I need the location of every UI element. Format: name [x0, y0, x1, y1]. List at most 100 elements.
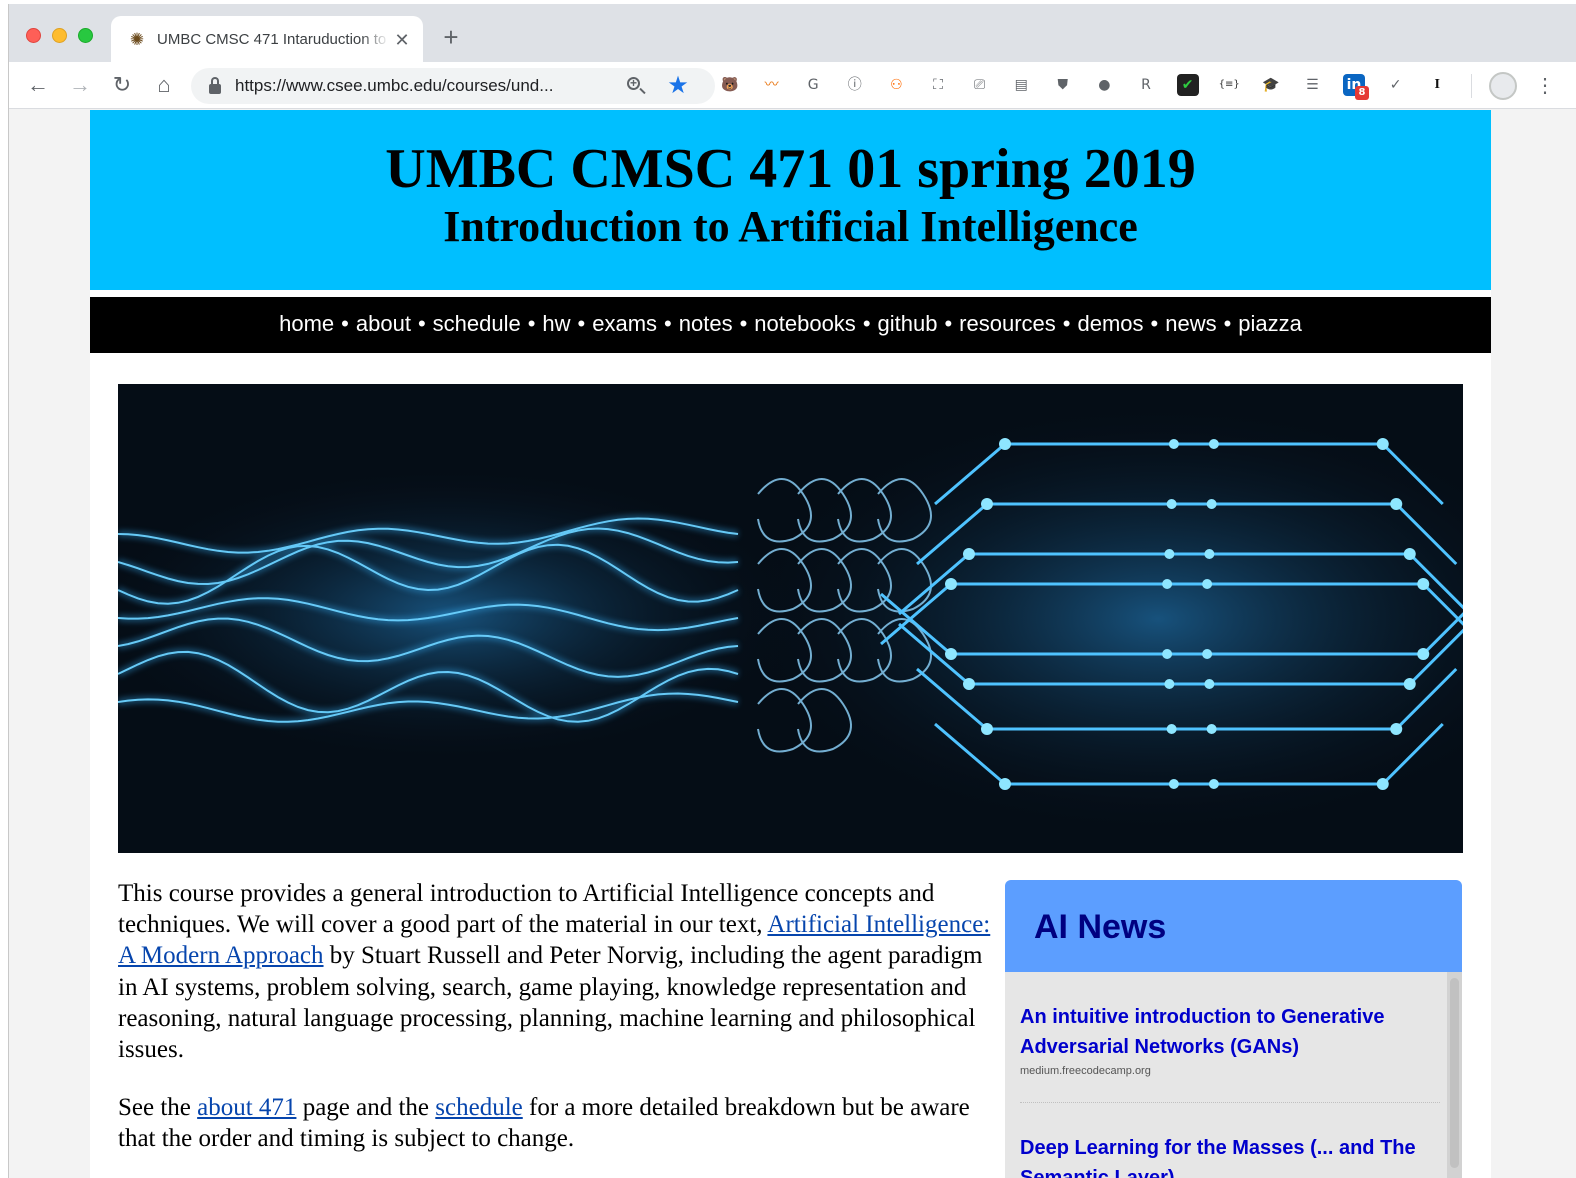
- nav-link-schedule[interactable]: schedule: [433, 311, 521, 336]
- intro-text: page and the: [296, 1094, 436, 1122]
- nav-link-demos[interactable]: demos: [1077, 311, 1143, 336]
- chart-extension-icon[interactable]: 〰: [761, 74, 783, 96]
- news-header: AI News: [1005, 880, 1462, 972]
- lock-icon: [209, 77, 221, 95]
- address-bar[interactable]: https://www.csee.umbc.edu/courses/und...…: [191, 68, 715, 104]
- reload-icon[interactable]: ↻: [109, 72, 135, 98]
- circle-extension-icon[interactable]: ●: [1093, 74, 1115, 96]
- cast-icon[interactable]: ⎚: [969, 74, 991, 96]
- notification-badge: 8: [1355, 86, 1369, 100]
- circle-extension-glyph: ●: [1098, 77, 1111, 93]
- nav-separator: •: [1062, 311, 1071, 336]
- browser-tab[interactable]: ✺ UMBC CMSC 471 Intaruduction to Artific…: [111, 16, 423, 62]
- nav-link-resources[interactable]: resources: [959, 311, 1056, 336]
- nav-link-github[interactable]: github: [878, 311, 938, 336]
- nav-link-notes[interactable]: notes: [679, 311, 733, 336]
- nav-link-about[interactable]: about: [356, 311, 411, 336]
- nav-separator: •: [1150, 311, 1159, 336]
- bear-extension-icon[interactable]: 🐻: [719, 74, 741, 96]
- news-item: An intuitive introduction to Generative …: [1020, 1002, 1440, 1078]
- browser-toolbar: ← → ↻ ⌂ https://www.csee.umbc.edu/course…: [9, 62, 1576, 109]
- about-471-link[interactable]: about 471: [197, 1094, 296, 1121]
- hero-image: [118, 384, 1463, 853]
- course-title: UMBC CMSC 471 01 spring 2019: [385, 138, 1196, 200]
- nav-link-home[interactable]: home: [279, 311, 334, 336]
- intro-paragraph-2: See the about 471 page and the schedule …: [118, 1092, 1008, 1154]
- ublock-extension-icon[interactable]: ⛊: [1052, 74, 1074, 96]
- grammarly-extension-icon[interactable]: G: [802, 74, 824, 96]
- news-item-link[interactable]: An intuitive introduction to Generative …: [1020, 1002, 1440, 1062]
- nav-separator: •: [1223, 311, 1232, 336]
- graduation-cap-extension-glyph: 🎓: [1262, 77, 1280, 93]
- checkmark-extension-icon[interactable]: ✔: [1176, 74, 1199, 96]
- back-arrow-icon[interactable]: ←: [25, 72, 51, 98]
- url-text[interactable]: https://www.csee.umbc.edu/courses/und...: [235, 68, 605, 104]
- nav-separator: •: [739, 311, 748, 336]
- maximize-window-button[interactable]: [78, 28, 93, 43]
- nav-separator: •: [527, 311, 536, 336]
- briefcase-extension-icon[interactable]: ▤: [1010, 74, 1032, 96]
- graduation-cap-extension-icon[interactable]: 🎓: [1260, 74, 1282, 96]
- news-item-source: medium.freecodecamp.org: [1020, 1065, 1151, 1077]
- browser-window: ✺ UMBC CMSC 471 Intaruduction to Artific…: [8, 4, 1576, 1178]
- home-icon[interactable]: ⌂: [151, 72, 177, 98]
- page-viewport: UMBC CMSC 471 01 spring 2019 Introductio…: [9, 110, 1576, 1178]
- intro-text: See the: [118, 1094, 198, 1122]
- nav-link-exams[interactable]: exams: [592, 311, 657, 336]
- nav-link-hw[interactable]: hw: [542, 311, 570, 336]
- checkmark-extension-glyph: ✔: [1181, 77, 1194, 93]
- check-circle-extension-icon[interactable]: ✓: [1385, 74, 1407, 96]
- site-nav: home • about • schedule • hw • exams • notes • noteb…: [90, 297, 1491, 353]
- news-scrollbar-thumb[interactable]: [1450, 978, 1459, 1168]
- nav-link-news[interactable]: news: [1165, 311, 1216, 336]
- close-tab-icon[interactable]: ✕: [391, 29, 413, 51]
- r-extension-icon[interactable]: R: [1135, 74, 1157, 96]
- intro-paragraph-1: This course provides a general introduct…: [118, 878, 1008, 1065]
- info-extension-icon[interactable]: ⓘ: [844, 74, 866, 96]
- close-window-button[interactable]: [26, 28, 41, 43]
- check-circle-extension-glyph: ✓: [1389, 77, 1402, 93]
- bee-icon: ✺: [129, 30, 145, 49]
- lines-extension-icon[interactable]: ☰: [1301, 74, 1323, 96]
- course-banner: UMBC CMSC 471 01 spring 2019 Introductio…: [90, 110, 1491, 293]
- forward-arrow-icon[interactable]: →: [67, 72, 93, 98]
- nav-separator: •: [341, 311, 349, 336]
- ublock-extension-glyph: ⛊: [1057, 77, 1069, 93]
- news-item-link[interactable]: Deep Learning for the Masses (... and Th…: [1020, 1133, 1440, 1178]
- grammarly-extension-glyph: G: [807, 77, 819, 93]
- chart-extension-glyph: 〰: [764, 77, 779, 93]
- cast-glyph: ⎚: [973, 77, 986, 93]
- nav-link-notebooks[interactable]: notebooks: [754, 311, 856, 336]
- news-title: AI News: [1034, 908, 1167, 946]
- instapaper-extension-glyph: I: [1434, 77, 1440, 92]
- schedule-link[interactable]: schedule: [435, 1094, 522, 1121]
- info-extension-glyph: ⓘ: [847, 77, 862, 93]
- nav-separator: •: [417, 311, 426, 336]
- instapaper-extension-icon[interactable]: I: [1426, 74, 1448, 96]
- news-divider: [1020, 1102, 1440, 1103]
- screenshot-extension-icon[interactable]: ⛶: [927, 74, 949, 96]
- zoom-icon[interactable]: +: [625, 75, 647, 97]
- r-extension-glyph: R: [1141, 77, 1151, 93]
- bookmark-star-icon[interactable]: ★: [665, 73, 691, 99]
- json-extension-glyph: {≡}: [1218, 79, 1240, 90]
- lines-extension-glyph: ☰: [1306, 77, 1319, 93]
- nav-separator: •: [862, 311, 871, 336]
- news-scrollbar[interactable]: [1447, 972, 1462, 1178]
- news-item: Deep Learning for the Masses (... and Th…: [1020, 1133, 1440, 1178]
- ai-brain-circuit-illustration: [118, 384, 1463, 853]
- tab-strip: ✺ UMBC CMSC 471 Intaruduction to Artific…: [9, 4, 1576, 62]
- toolbar-divider: [1471, 74, 1472, 98]
- course-description: This course provides a general introduct…: [118, 878, 1008, 1178]
- nav-separator: •: [664, 311, 672, 336]
- nav-separator: •: [944, 311, 953, 336]
- json-extension-icon[interactable]: {≡}: [1218, 74, 1240, 96]
- nav-link-piazza[interactable]: piazza: [1238, 311, 1302, 336]
- linkedin-extension-icon[interactable]: in 8: [1343, 74, 1369, 100]
- new-tab-button[interactable]: +: [439, 24, 463, 50]
- hunter-extension-icon[interactable]: ⚇: [885, 74, 907, 96]
- minimize-window-button[interactable]: [52, 28, 67, 43]
- browser-menu-icon[interactable]: ⋮: [1535, 72, 1555, 100]
- bear-extension-glyph: 🐻: [721, 77, 739, 93]
- profile-avatar[interactable]: [1489, 72, 1517, 100]
